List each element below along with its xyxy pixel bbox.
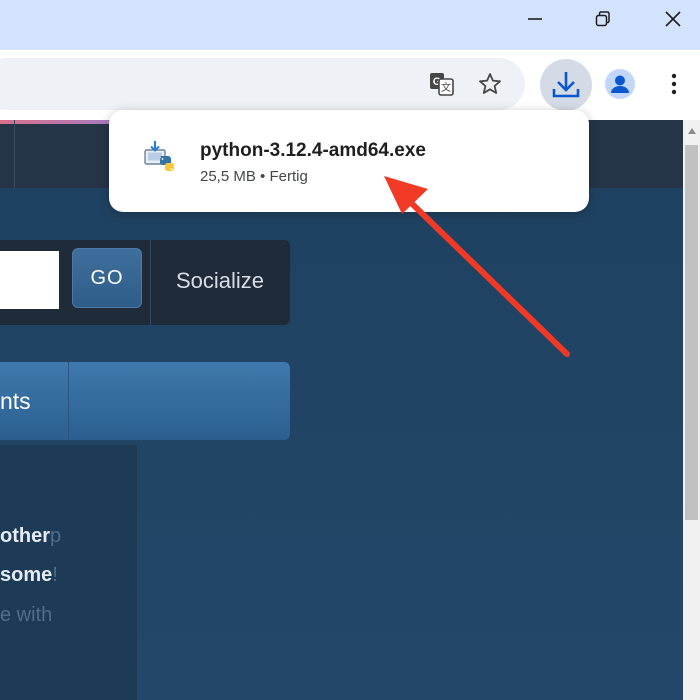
body-text: other [0, 525, 50, 547]
close-icon [665, 11, 681, 27]
download-bubble: python-3.12.4-amd64.exe 25,5 MB • Fertig [109, 110, 589, 212]
restore-icon [595, 11, 610, 27]
body-text-line: e with [0, 604, 52, 627]
socialize-link[interactable]: Socialize [176, 268, 264, 294]
nav-accent-bar [0, 120, 115, 124]
minimize-icon [528, 18, 542, 20]
restore-button[interactable] [580, 0, 626, 38]
body-text: some [0, 564, 53, 586]
scrollbar-thumb[interactable] [685, 145, 698, 520]
menu-item-label[interactable]: nts [0, 388, 31, 415]
download-icon [552, 72, 580, 98]
minimize-button[interactable] [512, 0, 558, 38]
download-status: 25,5 MB • Fertig [200, 168, 308, 185]
svg-text:文: 文 [441, 81, 451, 94]
body-text-faded: p [50, 525, 62, 547]
title-bar [0, 0, 700, 50]
download-filename[interactable]: python-3.12.4-amd64.exe [200, 140, 426, 162]
translate-button[interactable]: G 文 [428, 70, 456, 98]
search-bar: GO Socialize [0, 240, 290, 325]
body-text-line: some! [0, 564, 58, 587]
profile-button[interactable] [604, 68, 636, 100]
scroll-up-button[interactable] [685, 124, 698, 137]
more-menu-button[interactable] [664, 70, 684, 98]
nav-divider [14, 120, 15, 188]
close-window-button[interactable] [650, 0, 696, 38]
translate-icon: G 文 [430, 73, 454, 96]
go-button[interactable]: GO [72, 248, 142, 308]
more-menu-icon [671, 73, 677, 95]
search-divider [150, 240, 151, 325]
python-installer-icon [144, 141, 174, 171]
body-text-faded: ! [52, 564, 58, 586]
menu-divider [68, 362, 69, 440]
bookmark-star-icon [479, 73, 501, 94]
body-text-line: otherp [0, 525, 61, 548]
bookmark-button[interactable] [476, 70, 504, 98]
profile-icon [605, 69, 635, 99]
downloads-button[interactable] [540, 59, 592, 111]
page-scrollbar[interactable] [683, 120, 700, 700]
scroll-up-arrow-icon [687, 127, 696, 134]
body-text-faded: e with [0, 604, 53, 626]
search-input[interactable] [0, 251, 59, 309]
main-menu-bar: nts [0, 362, 290, 440]
